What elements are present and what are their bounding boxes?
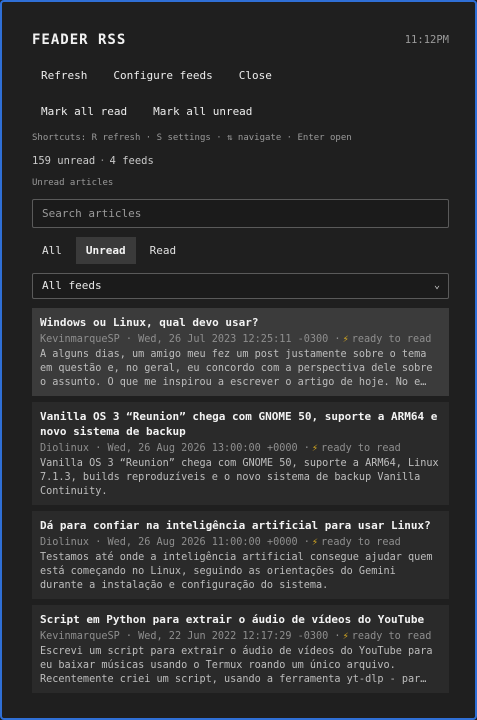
section-label: Unread articles bbox=[32, 178, 114, 188]
feed-filter-select[interactable]: All feeds ⌄ bbox=[32, 273, 449, 299]
article-snippet: A alguns dias, um amigo meu fez um post … bbox=[40, 349, 433, 388]
article-date: Wed, 26 Jul 2023 12:25:11 -0300 bbox=[138, 334, 329, 345]
lightning-icon: ⚡ bbox=[311, 537, 319, 548]
article-snippet: Vanilla OS 3 “Reunion” chega com GNOME 5… bbox=[40, 458, 439, 497]
tab-all[interactable]: All bbox=[32, 237, 72, 264]
chevron-down-icon: ⌄ bbox=[433, 280, 440, 291]
article-status: ready to read bbox=[321, 537, 401, 548]
article-author: Diolinux bbox=[40, 537, 90, 548]
article-status: ready to read bbox=[321, 443, 401, 454]
app-window: FEADER RSS 11:12PM Refresh Configure fee… bbox=[0, 0, 477, 720]
feed-filter-value: All feeds bbox=[42, 279, 102, 292]
article-date: Wed, 26 Aug 2026 11:00:00 +0000 bbox=[107, 537, 298, 548]
article-list: Windows ou Linux, qual devo usar? Kevinm… bbox=[32, 308, 449, 699]
article-status: ready to read bbox=[351, 334, 432, 345]
article-meta: Diolinux · Wed, 26 Aug 2026 11:00:00 +00… bbox=[40, 537, 401, 548]
tab-unread[interactable]: Unread bbox=[75, 237, 136, 264]
article-author: Diolinux bbox=[40, 443, 90, 454]
lightning-icon: ⚡ bbox=[342, 631, 349, 642]
search-input[interactable] bbox=[32, 199, 449, 228]
list-item[interactable]: Vanilla OS 3 “Reunion” chega com GNOME 5… bbox=[32, 402, 449, 505]
list-item[interactable]: Dá para confiar na inteligência artifici… bbox=[32, 511, 449, 599]
shortcuts-hint: Shortcuts: R refresh · S settings · ⇅ na… bbox=[32, 133, 352, 143]
list-item[interactable]: Windows ou Linux, qual devo usar? Kevinm… bbox=[32, 308, 449, 396]
refresh-button[interactable]: Refresh bbox=[32, 64, 96, 86]
article-meta: Diolinux · Wed, 26 Aug 2026 13:00:00 +00… bbox=[40, 443, 401, 454]
article-title: Dá para confiar na inteligência artifici… bbox=[40, 519, 431, 532]
article-snippet: Testamos até onde a inteligência artific… bbox=[40, 552, 433, 591]
mark-all-unread-button[interactable]: Mark all unread bbox=[144, 100, 261, 122]
lightning-icon: ⚡ bbox=[311, 443, 319, 454]
tab-read[interactable]: Read bbox=[140, 237, 187, 264]
unread-count: 159 unread bbox=[32, 155, 96, 167]
article-title: Vanilla OS 3 “Reunion” chega com GNOME 5… bbox=[40, 410, 438, 438]
article-date: Wed, 26 Aug 2026 13:00:00 +0000 bbox=[107, 443, 298, 454]
article-title: Script em Python para extrair o áudio de… bbox=[40, 613, 425, 626]
header: FEADER RSS 11:12PM bbox=[32, 32, 449, 52]
mark-all-read-button[interactable]: Mark all read bbox=[32, 100, 136, 122]
article-author: KevinmarqueSP bbox=[40, 334, 120, 345]
article-title: Windows ou Linux, qual devo usar? bbox=[40, 316, 259, 329]
article-date: Wed, 22 Jun 2022 12:17:29 -0300 bbox=[138, 631, 329, 642]
article-snippet: Escrevi um script para extrair o áudio d… bbox=[40, 646, 433, 685]
clock: 11:12PM bbox=[404, 34, 449, 46]
article-meta: KevinmarqueSP · Wed, 26 Jul 2023 12:25:1… bbox=[40, 334, 432, 345]
feed-count: 4 feeds bbox=[109, 155, 154, 167]
filter-tabs: All Unread Read bbox=[32, 237, 190, 264]
app-title: FEADER RSS bbox=[32, 32, 127, 48]
article-meta: KevinmarqueSP · Wed, 22 Jun 2022 12:17:2… bbox=[40, 631, 432, 642]
article-author: KevinmarqueSP bbox=[40, 631, 120, 642]
toolbar-secondary: Mark all read Mark all unread bbox=[32, 100, 269, 122]
list-item[interactable]: Script em Python para extrair o áudio de… bbox=[32, 605, 449, 693]
close-button[interactable]: Close bbox=[230, 64, 281, 86]
article-status: ready to read bbox=[351, 631, 432, 642]
toolbar-primary: Refresh Configure feeds Close bbox=[32, 64, 289, 86]
lightning-icon: ⚡ bbox=[342, 334, 349, 345]
counts-summary: 159 unread · 4 feeds bbox=[32, 155, 154, 167]
counts-separator: · bbox=[99, 155, 106, 167]
configure-feeds-button[interactable]: Configure feeds bbox=[104, 64, 221, 86]
